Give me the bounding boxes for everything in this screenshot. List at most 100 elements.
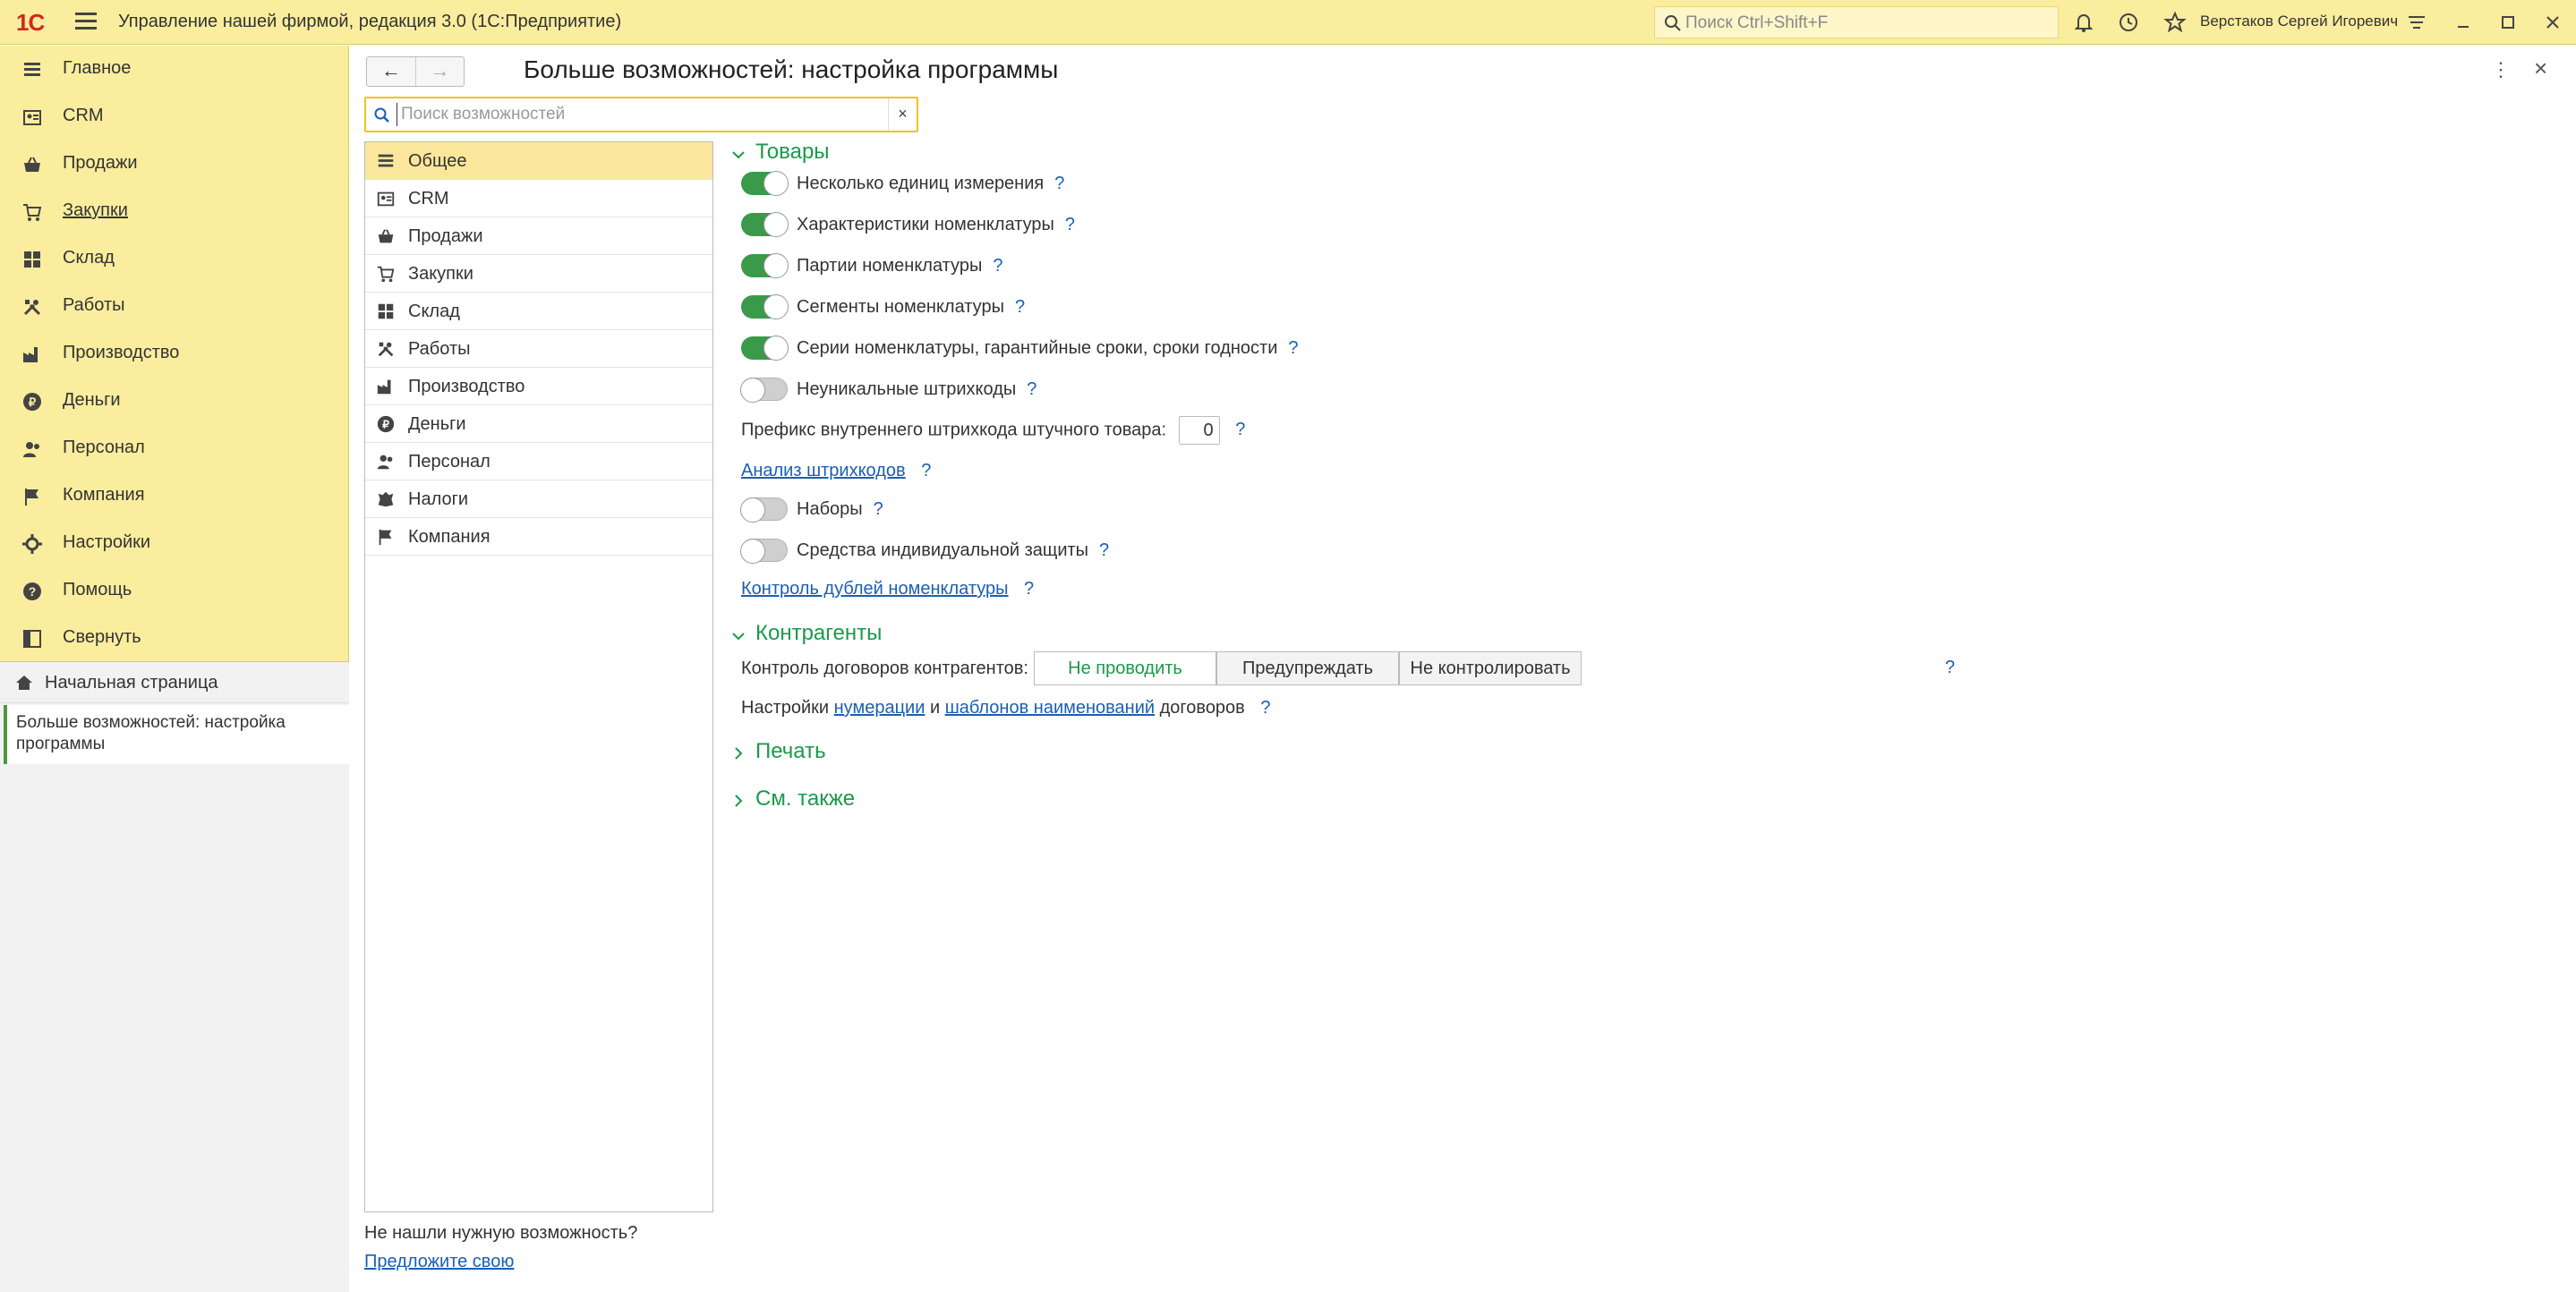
history-icon[interactable] [2116, 10, 2141, 35]
sidebar-item-collapse[interactable]: Свернуть [0, 615, 349, 662]
ppe-label: Средства индивидуальной защиты [797, 540, 1089, 560]
open-window-home[interactable]: Начальная страница [0, 662, 349, 703]
option-no-post[interactable]: Не проводить [1034, 651, 1216, 685]
sidebar-item-help[interactable]: ? Помощь [0, 567, 349, 615]
numbering-link[interactable]: нумерации [834, 698, 925, 718]
group-print-title[interactable]: Печать [755, 739, 826, 764]
units-label: Несколько единиц измерения [797, 174, 1045, 193]
sidebar-item-settings[interactable]: Настройки [0, 520, 349, 567]
group-goods-title[interactable]: Товары [755, 140, 830, 165]
flag-icon [25, 489, 38, 506]
name-templates-link[interactable]: шаблонов наименований [945, 698, 1155, 718]
gear-icon [22, 534, 42, 554]
section-item-label: Закупки [408, 264, 473, 284]
chevron-right-icon[interactable] [731, 746, 746, 761]
barcode-analysis-link[interactable]: Анализ штрихкодов [741, 461, 906, 480]
section-item-general[interactable]: Общее [365, 142, 712, 180]
global-search[interactable]: Поиск Ctrl+Shift+F [1654, 6, 2059, 38]
prefix-input[interactable]: 0 [1178, 416, 1220, 445]
user-name[interactable]: Верстаков Сергей Игоревич [2200, 13, 2398, 30]
help-icon[interactable]: ? [921, 461, 931, 480]
sets-label: Наборы [797, 499, 863, 519]
section-item-money[interactable]: ₽ Деньги [365, 405, 712, 443]
sidebar-item-purchases[interactable]: Закупки [0, 188, 349, 235]
more-actions-icon[interactable]: ⋮ [2491, 58, 2511, 81]
list-icon [378, 154, 394, 167]
sidebar-item-label: Продажи [63, 153, 138, 173]
sidebar-item-production[interactable]: Производство [0, 330, 349, 378]
back-button[interactable]: ← [367, 57, 415, 86]
section-item-label: Налоги [408, 489, 469, 509]
help-icon[interactable]: ? [993, 256, 1002, 276]
factory-icon [377, 379, 391, 395]
help-icon[interactable]: ? [1027, 379, 1036, 399]
help-icon[interactable]: ? [1024, 579, 1034, 599]
forward-button[interactable]: → [415, 57, 464, 86]
help-icon[interactable]: ? [1260, 698, 1270, 718]
help-icon[interactable]: ? [1054, 174, 1064, 193]
sidebar-item-sales[interactable]: Продажи [0, 140, 349, 188]
help-icon[interactable]: ? [1288, 338, 1298, 358]
help-icon[interactable]: ? [1099, 540, 1109, 560]
prefix-row: Префикс внутреннего штрихкода штучного т… [741, 416, 1245, 445]
section-item-label: Производство [408, 377, 525, 396]
history-nav: ← → [366, 56, 465, 87]
chevron-down-icon[interactable] [731, 629, 746, 643]
option-warn[interactable]: Предупреждать [1216, 651, 1399, 685]
sidebar-item-main[interactable]: Главное [0, 46, 349, 93]
section-item-purchases[interactable]: Закупки [365, 255, 712, 293]
section-item-personnel[interactable]: Персонал [365, 443, 712, 480]
sets-toggle[interactable] [740, 497, 788, 523]
section-item-works[interactable]: Работы [365, 330, 712, 368]
characteristics-toggle[interactable] [741, 212, 789, 237]
sidebar-item-label: Склад [63, 248, 115, 268]
bell-icon[interactable] [2071, 10, 2096, 35]
chevron-down-icon[interactable] [731, 148, 746, 162]
sidebar-item-works[interactable]: Работы [0, 283, 349, 330]
group-see-also-title[interactable]: См. также [755, 786, 855, 812]
section-item-sales[interactable]: Продажи [365, 217, 712, 255]
close-window-icon[interactable] [2540, 10, 2565, 35]
group-counterparties-title[interactable]: Контрагенты [755, 621, 882, 646]
settings-lines-icon[interactable] [2404, 10, 2429, 35]
minimize-icon[interactable] [2451, 10, 2476, 35]
help-icon[interactable]: ? [1015, 297, 1025, 317]
form-area: ← → Больше возможностей: настройка прогр… [350, 46, 2576, 1292]
section-item-taxes[interactable]: Налоги [365, 480, 712, 518]
maximize-icon[interactable] [2495, 10, 2521, 35]
factory-icon [23, 347, 38, 362]
help-icon[interactable]: ? [1235, 420, 1245, 439]
help-icon[interactable]: ? [1065, 215, 1075, 234]
clear-search-button[interactable]: × [888, 98, 917, 131]
close-form-icon[interactable]: × [2534, 55, 2547, 82]
sidebar-item-warehouse[interactable]: Склад [0, 235, 349, 283]
section-item-crm[interactable]: CRM [365, 180, 712, 217]
prefix-label: Префикс внутреннего штрихкода штучного т… [741, 420, 1167, 440]
page-title: Больше возможностей: настройка программы [524, 55, 1059, 83]
features-search-input[interactable] [397, 103, 880, 126]
chevron-right-icon[interactable] [731, 794, 746, 808]
section-item-production[interactable]: Производство [365, 368, 712, 405]
sidebar-item-label: Компания [63, 485, 145, 505]
batches-toggle[interactable] [741, 253, 789, 278]
option-no-control[interactable]: Не контролировать [1399, 651, 1582, 685]
ppe-toggle[interactable] [740, 539, 788, 564]
main-menu-icon[interactable] [75, 13, 97, 32]
sidebar-item-crm[interactable]: CRM [0, 93, 349, 140]
segments-toggle[interactable] [741, 294, 789, 319]
suggest-feature-link[interactable]: Предложите свою [364, 1252, 514, 1272]
help-icon[interactable]: ? [874, 499, 883, 519]
nonunique-barcodes-toggle[interactable] [740, 378, 788, 403]
help-icon[interactable]: ? [1945, 658, 1955, 677]
units-toggle[interactable] [741, 171, 789, 196]
sidebar-item-company[interactable]: Компания [0, 472, 349, 520]
crm-icon [23, 110, 41, 125]
series-toggle[interactable] [741, 336, 789, 361]
section-item-company[interactable]: Компания [365, 518, 712, 556]
star-icon[interactable] [2162, 10, 2188, 35]
open-window-current[interactable]: Больше возможностей: настройка программы [4, 705, 349, 764]
section-item-warehouse[interactable]: Склад [365, 293, 712, 330]
duplicates-control-link[interactable]: Контроль дублей номенклатуры [741, 579, 1008, 599]
sidebar-item-personnel[interactable]: Персонал [0, 425, 349, 472]
sidebar-item-money[interactable]: ₽ Деньги [0, 378, 349, 425]
